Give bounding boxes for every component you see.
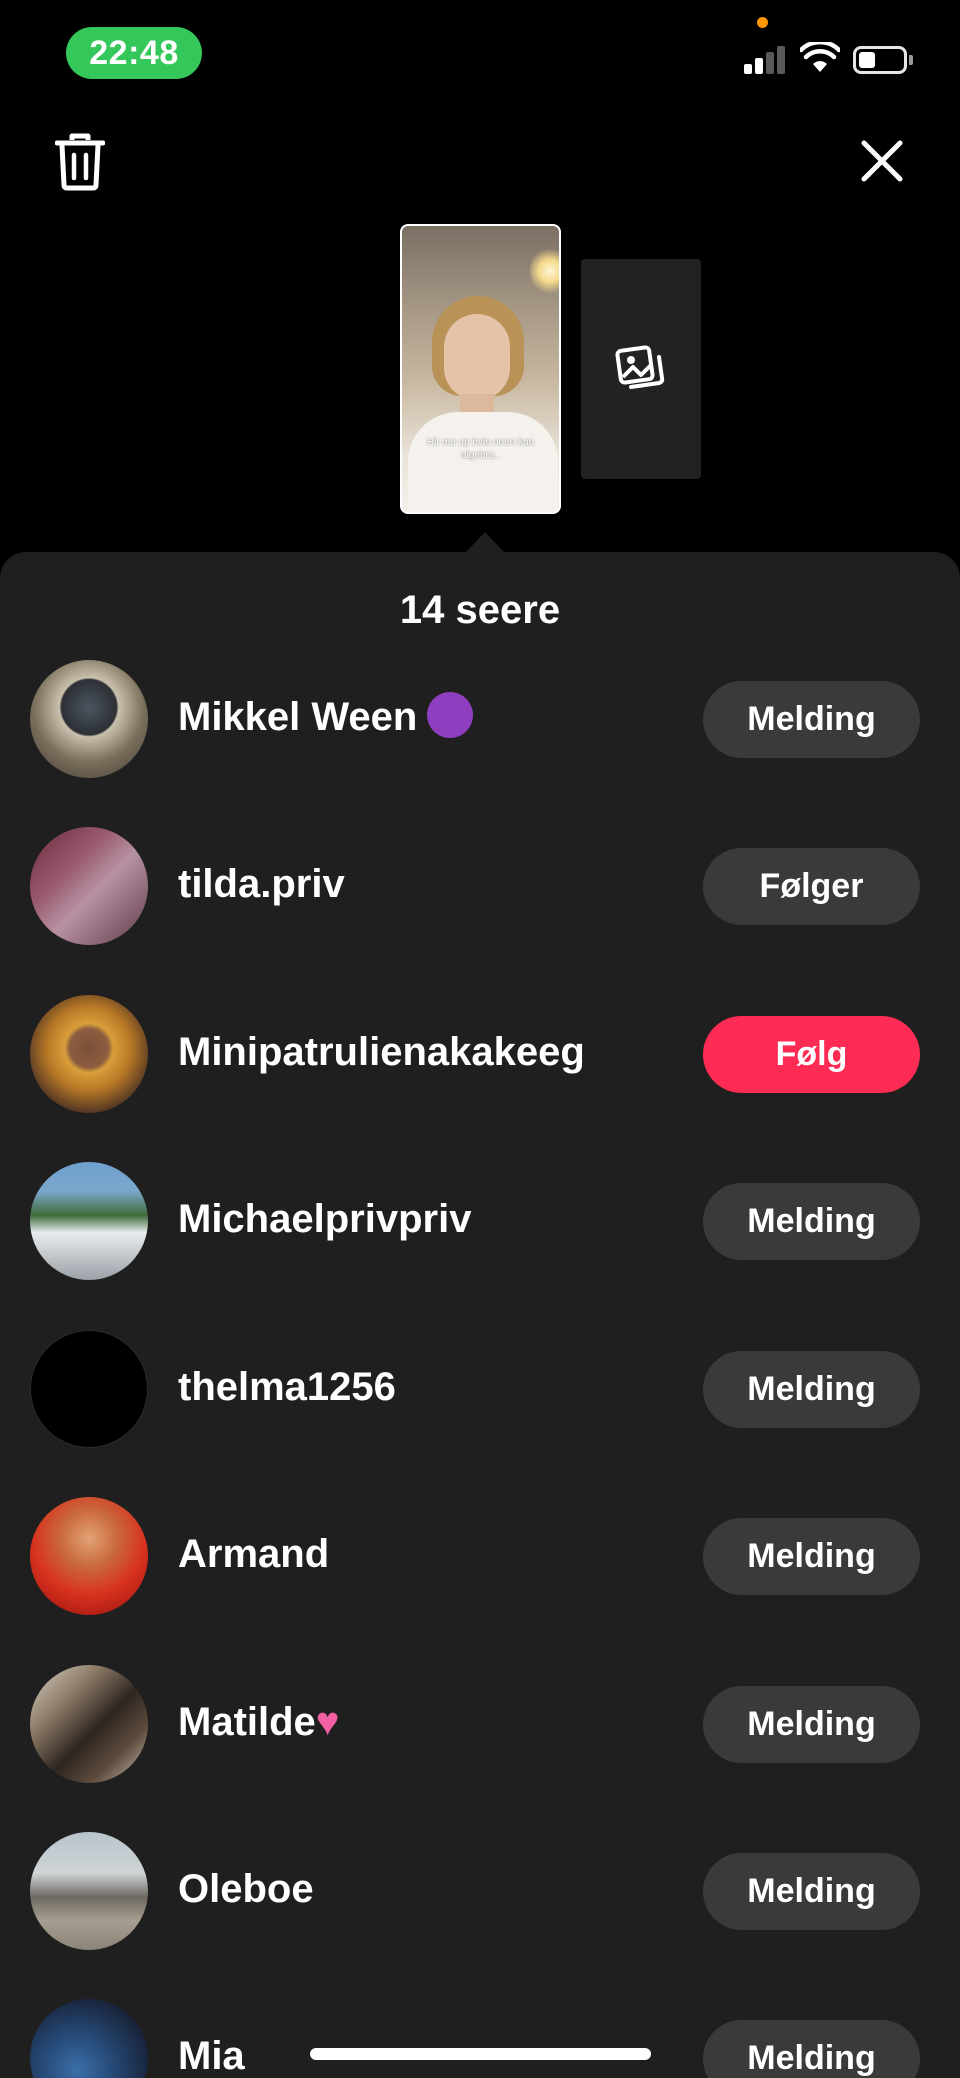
battery-icon [853, 46, 913, 74]
viewer-name[interactable]: Mia [178, 2034, 245, 2078]
smiling-devil-emoji [427, 692, 474, 739]
avatar[interactable] [30, 827, 148, 945]
viewers-count-title: 14 seere [399, 588, 561, 632]
following-button[interactable]: Følger [703, 848, 920, 925]
home-indicator[interactable] [310, 2048, 651, 2060]
avatar[interactable] [30, 995, 148, 1113]
viewer-name[interactable]: Matilde♥ [178, 1700, 340, 1747]
add-story-tile[interactable] [581, 259, 701, 479]
background-lamp [530, 246, 559, 296]
avatar[interactable] [30, 1832, 148, 1950]
avatar[interactable] [30, 660, 148, 778]
message-button[interactable]: Melding [703, 1518, 920, 1595]
viewer-row[interactable]: tilda.priv Følger [0, 826, 960, 946]
message-button[interactable]: Melding [703, 2020, 920, 2078]
viewer-row[interactable]: Minipatrulienakakeeg Følg [0, 994, 960, 1114]
viewer-name[interactable]: tilda.priv [178, 862, 345, 907]
message-button[interactable]: Melding [703, 681, 920, 758]
status-time[interactable]: 22:48 [66, 27, 202, 79]
sparkling-heart-emoji: ♥ [315, 1699, 340, 1744]
viewer-name[interactable]: Michaelprivpriv [178, 1197, 471, 1242]
avatar[interactable] [30, 1162, 148, 1280]
viewer-row[interactable]: Oleboe Melding [0, 1831, 960, 1951]
viewer-row[interactable]: Mia Melding [0, 1998, 960, 2078]
story-viewers-screen: 22:48 Hit me up hvis noen kan algebra.. … [0, 0, 960, 2078]
message-button[interactable]: Melding [703, 1183, 920, 1260]
viewer-name[interactable]: thelma1256 [178, 1365, 396, 1410]
avatar[interactable] [30, 1497, 148, 1615]
message-button[interactable]: Melding [703, 1351, 920, 1428]
delete-story-button[interactable] [50, 130, 110, 194]
cellular-signal-icon [744, 44, 786, 74]
add-photo-icon [615, 345, 665, 389]
avatar[interactable] [30, 1330, 148, 1448]
message-button[interactable]: Melding [703, 1853, 920, 1930]
viewer-row[interactable]: Michaelprivpriv Melding [0, 1161, 960, 1281]
trash-icon [55, 133, 105, 191]
story-thumbnail[interactable]: Hit me up hvis noen kan algebra.. [400, 224, 561, 514]
avatar[interactable] [30, 1999, 148, 2078]
sheet-pointer [465, 532, 505, 553]
wifi-icon [800, 42, 840, 72]
close-button[interactable] [856, 135, 908, 187]
status-bar: 22:48 [0, 0, 960, 100]
story-caption: Hit me up hvis noen kan algebra.. [426, 437, 535, 461]
follow-button[interactable]: Følg [703, 1016, 920, 1093]
avatar[interactable] [30, 1665, 148, 1783]
privacy-indicator-dot [757, 17, 768, 28]
viewer-name[interactable]: Oleboe [178, 1867, 314, 1912]
viewer-row[interactable]: Armand Melding [0, 1496, 960, 1616]
viewer-row[interactable]: Mikkel Ween Melding [0, 659, 960, 779]
viewer-row[interactable]: thelma1256 Melding [0, 1329, 960, 1449]
viewer-row[interactable]: Matilde♥ Melding [0, 1664, 960, 1784]
viewer-name[interactable]: Armand [178, 1532, 329, 1577]
message-button[interactable]: Melding [703, 1686, 920, 1763]
close-icon [861, 140, 903, 182]
viewer-name[interactable]: Mikkel Ween [178, 692, 474, 742]
viewer-name[interactable]: Minipatrulienakakeeg [178, 1030, 585, 1075]
